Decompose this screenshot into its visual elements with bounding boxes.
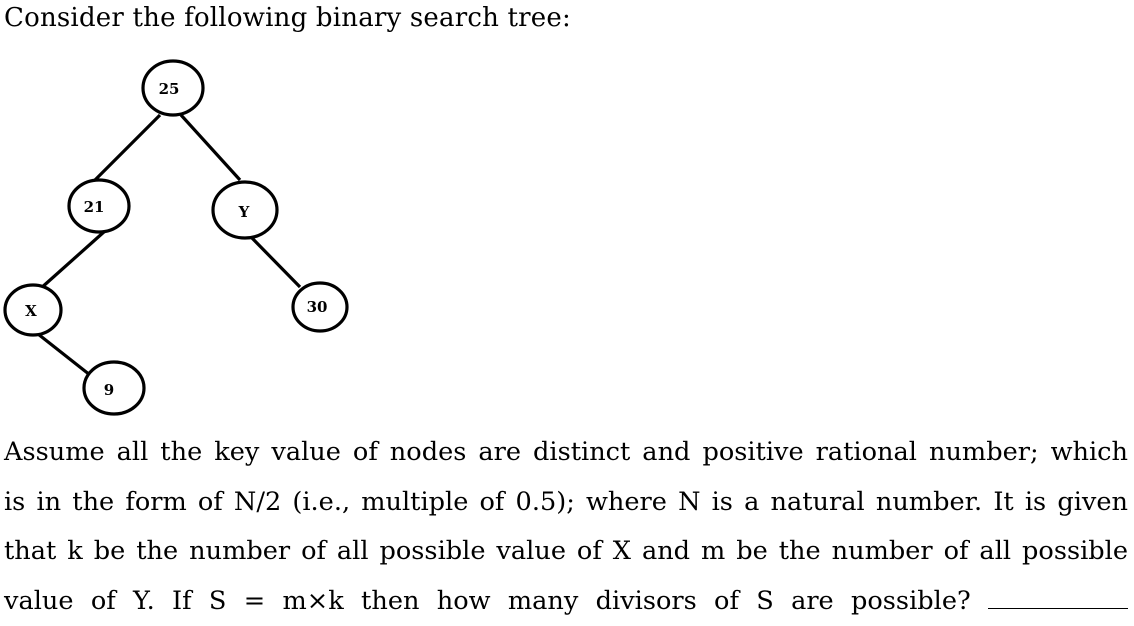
question-line-last: value of Y. If S = m×k then how many div… [4, 577, 1128, 626]
answer-blank[interactable] [988, 586, 1128, 609]
tree-node-y: Y [213, 182, 277, 238]
question-line: is in the form of N/2 (i.e., multiple of… [4, 478, 1128, 528]
question-line-text: value of Y. If S = m×k then how many div… [4, 586, 971, 616]
tree-node-label: X [25, 302, 37, 320]
binary-search-tree-diagram: 25 21 Y X 30 9 [0, 0, 400, 430]
edge-25-y [181, 115, 240, 180]
question-line: Assume all the key value of nodes are di… [4, 428, 1128, 478]
tree-node-25: 25 [143, 61, 203, 115]
question-line: that k be the number of all possible val… [4, 527, 1128, 577]
tree-node-30: 30 [293, 283, 347, 331]
tree-node-x: X [5, 285, 61, 335]
tree-node-label: 21 [84, 198, 105, 216]
edge-21-x [40, 231, 105, 289]
edge-25-21 [95, 115, 160, 180]
tree-node-label: 30 [307, 298, 328, 316]
tree-node-label: 9 [104, 381, 114, 399]
tree-node-9: 9 [84, 362, 144, 414]
edge-x-9 [38, 334, 90, 375]
tree-node-label: 25 [159, 80, 180, 98]
edge-y-30 [250, 236, 300, 287]
question-paragraph: Assume all the key value of nodes are di… [4, 428, 1128, 626]
tree-node-21: 21 [69, 180, 129, 232]
tree-node-label: Y [238, 203, 250, 221]
